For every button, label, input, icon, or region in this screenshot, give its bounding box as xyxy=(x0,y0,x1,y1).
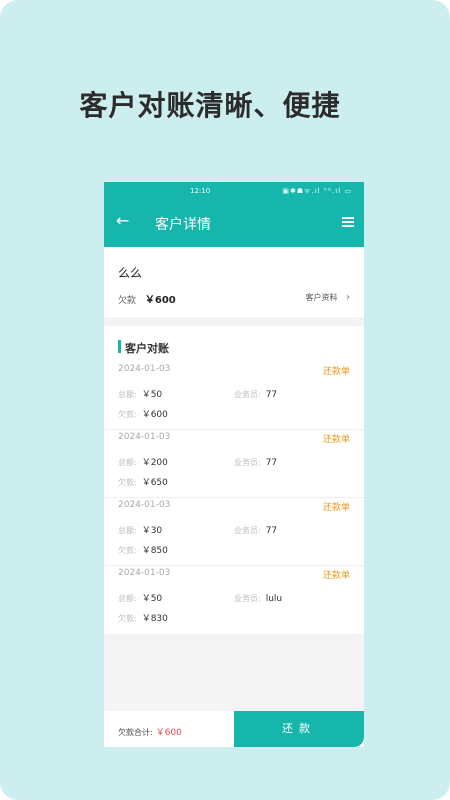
entry-total: 总额: ￥30 xyxy=(118,518,162,537)
entry-debt-value: ￥600 xyxy=(141,410,168,420)
entry-staff-value: 77 xyxy=(265,390,278,400)
entry-date: 2024-01-03 xyxy=(118,432,171,442)
entry-debt-value: ￥650 xyxy=(141,478,168,488)
entry-staff-value: lulu xyxy=(265,594,283,604)
entry-total: 总额: ￥200 xyxy=(118,450,168,469)
entry-total-label: 总额: xyxy=(118,526,137,535)
status-icons: ▣✱☗ᯤ.ıl ⁵ᴳ.ıl ▭ xyxy=(282,187,352,195)
customer-name: 么么 xyxy=(118,266,143,280)
entry-staff: 业务员: 77 xyxy=(234,518,277,537)
customer-card: 么么 欠款 ￥600 客户资料 › xyxy=(104,247,364,317)
menu-icon-line xyxy=(342,221,354,223)
entry-debt: 欠款: ￥600 xyxy=(118,402,168,421)
entry-staff-label: 业务员: xyxy=(234,594,261,603)
ledger-entry[interactable]: 2024-01-03 还款单 总额: ￥50 业务员: lulu 欠款: ￥830 xyxy=(104,566,364,634)
entry-total: 总额: ￥50 xyxy=(118,586,162,605)
chevron-right-icon: › xyxy=(346,292,350,303)
entry-total-value: ￥200 xyxy=(141,458,168,468)
back-arrow-icon[interactable]: ← xyxy=(116,211,129,230)
entry-type: 还款单 xyxy=(322,503,350,513)
entry-debt: 欠款: ￥650 xyxy=(118,470,168,489)
bottom-bar: 欠款合计: ￥600 还款 xyxy=(104,711,364,747)
entry-debt-label: 欠款: xyxy=(118,478,137,487)
ledger-entry[interactable]: 2024-01-03 还款单 总额: ￥30 业务员: 77 欠款: ￥850 xyxy=(104,498,364,566)
status-time: 12:10 xyxy=(190,187,211,195)
ledger-section: 客户对账 2024-01-03 还款单 总额: ￥50 业务员: 77 欠款: ￥60… xyxy=(104,326,364,634)
entry-total-label: 总额: xyxy=(118,390,137,399)
entry-total: 总额: ￥50 xyxy=(118,382,162,401)
entry-debt-label: 欠款: xyxy=(118,546,137,555)
page-title: 客户详情 xyxy=(155,217,211,233)
status-bar: 12:10 ▣✱☗ᯤ.ıl ⁵ᴳ.ıl ▭ xyxy=(104,182,364,200)
entry-debt-label: 欠款: xyxy=(118,410,137,419)
menu-icon-line xyxy=(342,225,354,227)
debt-total: 欠款合计: ￥600 xyxy=(118,725,182,738)
ledger-header: 客户对账 xyxy=(104,326,364,362)
customer-profile-label: 客户资料 xyxy=(305,293,338,302)
entry-debt: 欠款: ￥850 xyxy=(118,538,168,557)
ledger-entry[interactable]: 2024-01-03 还款单 总额: ￥50 业务员: 77 欠款: ￥600 xyxy=(104,362,364,430)
menu-icon[interactable] xyxy=(342,217,354,227)
entry-debt-value: ￥830 xyxy=(141,614,168,624)
entry-staff-value: 77 xyxy=(265,458,278,468)
entry-total-label: 总额: xyxy=(118,594,137,603)
customer-debt-label: 欠款 xyxy=(118,296,137,306)
menu-icon-line xyxy=(342,217,354,219)
entry-staff-value: 77 xyxy=(265,526,278,536)
entry-staff: 业务员: lulu xyxy=(234,586,282,605)
entry-debt-label: 欠款: xyxy=(118,614,137,623)
entry-type: 还款单 xyxy=(322,367,350,377)
app-bar: ← 客户详情 xyxy=(104,200,364,247)
entry-date: 2024-01-03 xyxy=(118,364,171,374)
entry-total-value: ￥50 xyxy=(141,594,163,604)
debt-total-value: ￥600 xyxy=(155,728,182,738)
customer-debt-amount: ￥600 xyxy=(144,295,176,306)
promo-canvas: 客户对账清晰、便捷 12:10 ▣✱☗ᯤ.ıl ⁵ᴳ.ıl ▭ ← 客户详情 么… xyxy=(0,0,450,800)
entry-total-value: ￥50 xyxy=(141,390,163,400)
entry-debt-value: ￥850 xyxy=(141,546,168,556)
customer-debt: 欠款 ￥600 xyxy=(118,291,176,306)
ledger-entry[interactable]: 2024-01-03 还款单 总额: ￥200 业务员: 77 欠款: ￥650 xyxy=(104,430,364,498)
entry-type: 还款单 xyxy=(322,435,350,445)
section-accent-bar xyxy=(118,340,121,353)
entry-staff-label: 业务员: xyxy=(234,458,261,467)
entry-staff: 业务员: 77 xyxy=(234,382,277,401)
entry-staff-label: 业务员: xyxy=(234,390,261,399)
customer-profile-link[interactable]: 客户资料 › xyxy=(305,292,350,303)
entry-staff-label: 业务员: xyxy=(234,526,261,535)
repay-button[interactable]: 还款 xyxy=(234,711,364,747)
promo-headline: 客户对账清晰、便捷 xyxy=(79,89,341,122)
entry-staff: 业务员: 77 xyxy=(234,450,277,469)
entry-type: 还款单 xyxy=(322,571,350,581)
debt-total-label: 欠款合计: xyxy=(118,728,153,737)
phone-screen: 12:10 ▣✱☗ᯤ.ıl ⁵ᴳ.ıl ▭ ← 客户详情 么么 欠款 ￥600 … xyxy=(104,182,364,747)
entry-date: 2024-01-03 xyxy=(118,568,171,578)
ledger-title: 客户对账 xyxy=(125,342,169,355)
entry-total-label: 总额: xyxy=(118,458,137,467)
entry-total-value: ￥30 xyxy=(141,526,163,536)
entry-debt: 欠款: ￥830 xyxy=(118,606,168,625)
entry-date: 2024-01-03 xyxy=(118,500,171,510)
